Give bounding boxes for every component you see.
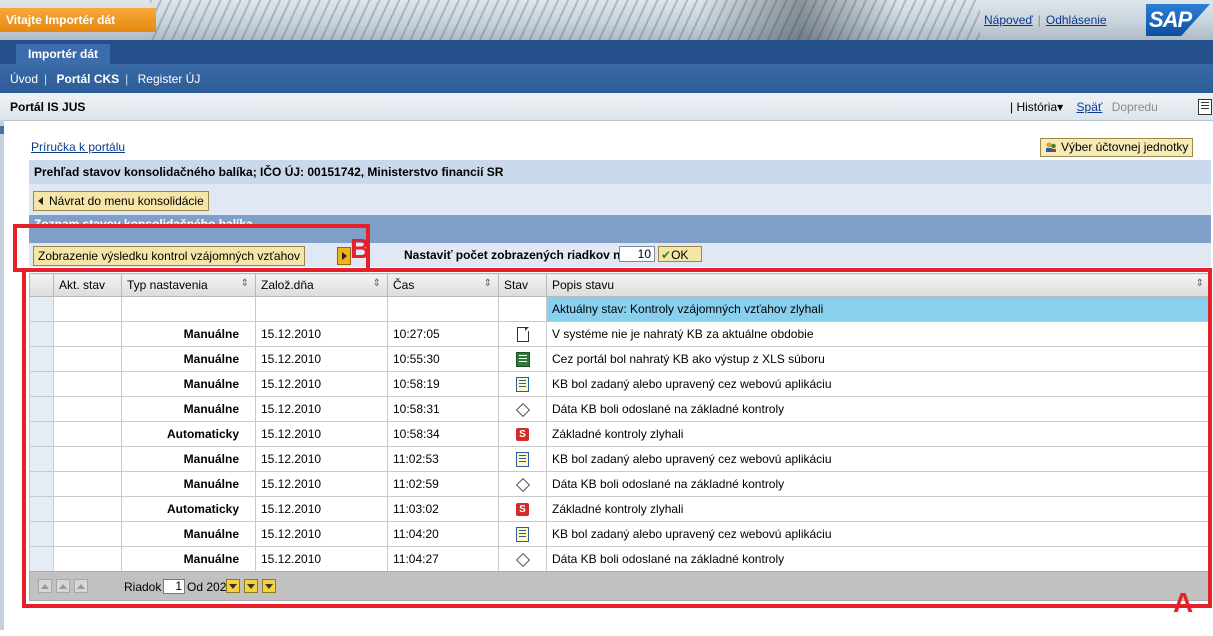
nav-item-register[interactable]: Register ÚJ [138,72,201,86]
back-link[interactable]: Späť [1077,100,1103,114]
rows-count-label: Nastaviť počet zobrazených riadkov na: [404,248,632,262]
people-icon [1046,142,1056,152]
portal-header: Vitajte Importér dát Nápoveď | Odhlásenie … [0,0,1213,40]
select-accounting-unit-label: Výber účtovnej jednotky [1061,140,1189,154]
welcome-label: Vitajte Importér dát [0,8,156,32]
overview-header: Prehľad stavov konsolidačného balíka; IČ… [29,160,1211,184]
ok-label: OK [671,248,689,262]
page-title-bar: Portál IS JUS | História▾ Späť Dopredu [0,93,1213,121]
ok-button[interactable]: ✔OK [658,246,702,262]
sap-logo: SAP [1146,4,1210,36]
tab-importer[interactable]: Importér dát [16,44,111,64]
page-title: Portál IS JUS [10,100,86,114]
overview-title: Prehľad stavov konsolidačného balíka; IČ… [34,165,504,179]
arrow-left-icon [38,197,43,205]
sap-logo-text: SAP [1149,7,1192,32]
annotation-label-a: A [1173,587,1194,618]
rows-count-input[interactable]: 10 [619,246,655,262]
left-edge-bar [0,120,4,630]
history-label: História [1016,100,1058,114]
second-level-navigation: Úvod | Portál CKS | Register ÚJ [0,64,1213,93]
history-menu[interactable]: | História▾ [1010,100,1063,114]
back-button-bar: Návrat do menu konsolidácie [29,184,1211,215]
logout-link[interactable]: Odhlásenie [1046,13,1107,27]
back-to-menu-button[interactable]: Návrat do menu konsolidácie [33,191,209,211]
annotation-box-b [13,224,370,272]
page-menu-icon[interactable] [1198,99,1212,115]
nav-item-home[interactable]: Úvod [10,72,38,86]
forward-link: Dopredu [1111,100,1158,114]
back-to-menu-label: Návrat do menu konsolidácie [49,194,204,208]
annotation-label-b: B [350,233,371,264]
header-graphic-shade [700,0,900,40]
top-level-navigation: Importér dát [0,40,1213,64]
help-link[interactable]: Nápoveď [984,13,1033,27]
portal-guide-link[interactable]: Príručka k portálu [31,140,125,154]
select-accounting-unit-button[interactable]: Výber účtovnej jednotky [1040,138,1194,157]
annotation-box-a [22,268,1212,608]
checkmark-icon: ✔ [661,248,672,262]
nav-item-cks-portal[interactable]: Portál CKS [56,72,119,86]
header-links: Nápoveď | Odhlásenie [984,13,1107,27]
